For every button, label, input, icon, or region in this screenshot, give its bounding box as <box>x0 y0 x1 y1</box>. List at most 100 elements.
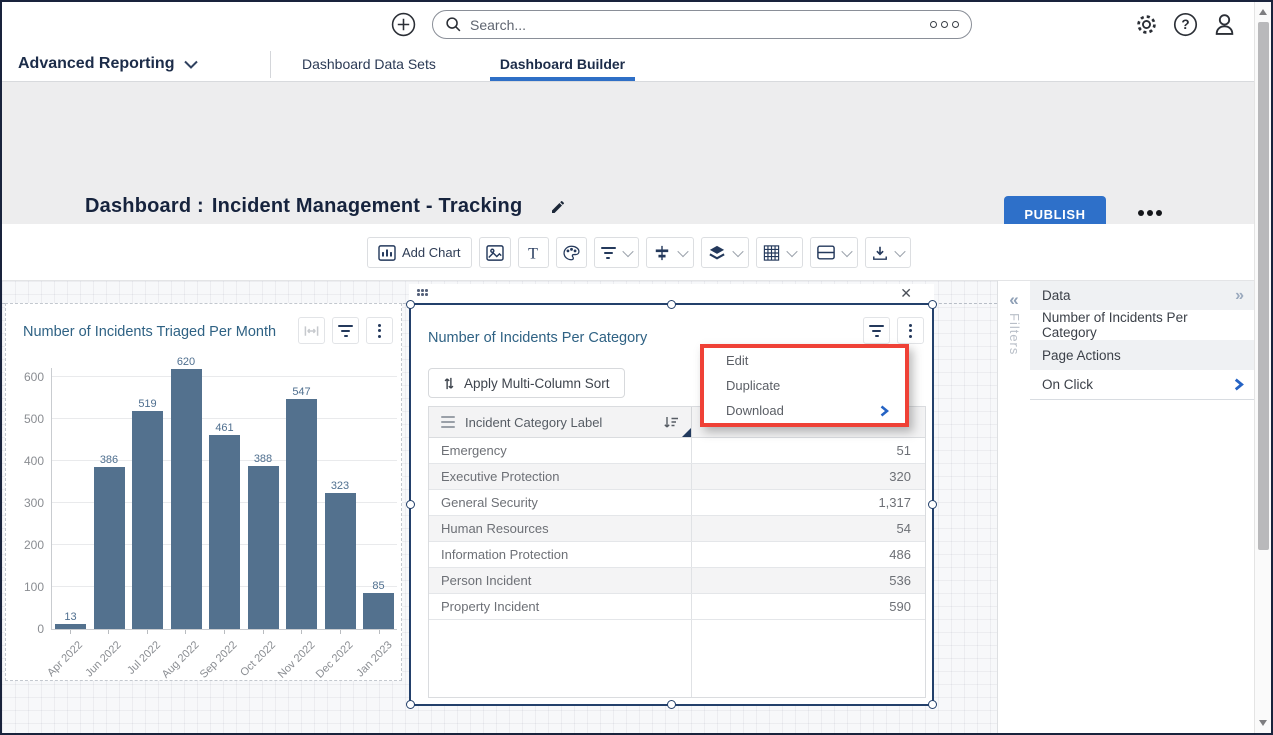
add-chart-button[interactable]: Add Chart <box>367 237 472 268</box>
help-icon[interactable]: ? <box>1173 12 1198 37</box>
search-bar[interactable] <box>432 10 972 39</box>
table-row[interactable]: Emergency51 <box>429 438 925 464</box>
bar[interactable] <box>363 593 394 629</box>
axis-tick <box>340 630 341 634</box>
count-cell: 1,317 <box>692 490 925 515</box>
bar-column[interactable]: 547 <box>286 386 317 629</box>
resize-handle[interactable] <box>667 700 676 709</box>
drag-handle-icon[interactable] <box>417 289 429 297</box>
kebab-menu-icon <box>909 324 912 338</box>
filters-panel-collapsed[interactable]: « Filters <box>997 280 1030 733</box>
add-image-button[interactable] <box>479 237 511 268</box>
column-resize-corner[interactable] <box>682 428 691 437</box>
count-cell: 590 <box>692 594 925 619</box>
layout-dropdown-button[interactable] <box>810 237 858 268</box>
bar[interactable] <box>171 369 202 629</box>
chevron-down-icon <box>894 245 905 256</box>
y-axis-tick-label: 400 <box>10 454 44 468</box>
bar-column[interactable]: 388 <box>248 453 279 629</box>
x-axis-slot: Jan 2023 <box>363 630 394 682</box>
resize-handle[interactable] <box>928 700 937 709</box>
category-cell: Human Resources <box>429 516 692 541</box>
resize-handle[interactable] <box>406 500 415 509</box>
bar-column[interactable]: 13 <box>55 611 86 629</box>
bar-column[interactable]: 323 <box>325 480 356 629</box>
table-filter-button[interactable] <box>863 317 890 344</box>
y-axis-tick-label: 600 <box>10 370 44 384</box>
category-cell: Person Incident <box>429 568 692 593</box>
close-widget-icon[interactable]: ✕ <box>900 285 912 302</box>
bar-column[interactable]: 85 <box>363 580 394 629</box>
filter-dropdown-button[interactable] <box>594 237 639 268</box>
x-axis-tick-label: Dec 2022 <box>314 639 356 681</box>
table-header-cell[interactable]: Incident Category Label <box>429 407 692 437</box>
table-row[interactable]: General Security1,317 <box>429 490 925 516</box>
tab-dashboard-builder[interactable]: Dashboard Builder <box>490 47 635 81</box>
app-menu-dropdown[interactable]: Advanced Reporting <box>18 47 198 81</box>
grid-table-dropdown-button[interactable] <box>756 237 803 268</box>
panel-item-number-of-incidents-per-category[interactable]: Number of Incidents Per Category <box>1030 310 1256 340</box>
theme-palette-button[interactable] <box>556 237 587 268</box>
download-dropdown-button[interactable] <box>865 237 911 268</box>
chart-filter-button[interactable] <box>332 317 359 344</box>
scroll-down-arrow[interactable] <box>1259 720 1267 726</box>
bar[interactable] <box>325 493 356 629</box>
widget-context-menu: EditDuplicateDownload <box>704 348 905 423</box>
bar[interactable] <box>286 399 317 629</box>
resize-handle[interactable] <box>928 300 937 309</box>
menu-item-duplicate[interactable]: Duplicate <box>704 373 905 398</box>
collapse-panel-icon[interactable]: « <box>998 291 1030 308</box>
sort-ascending-icon[interactable] <box>663 416 679 429</box>
bar-column[interactable]: 620 <box>171 356 202 629</box>
multi-column-sort-button[interactable]: Apply Multi-Column Sort <box>428 368 625 398</box>
resize-handle[interactable] <box>406 300 415 309</box>
bar-column[interactable]: 386 <box>94 454 125 629</box>
chevron-down-icon <box>786 245 797 256</box>
chevron-down-icon <box>622 245 633 256</box>
search-input[interactable] <box>470 17 922 33</box>
table-row[interactable]: Property Incident590 <box>429 594 925 620</box>
y-axis-tick-label: 500 <box>10 412 44 426</box>
count-cell: 320 <box>692 464 925 489</box>
panel-item-on-click[interactable]: On Click <box>1030 370 1256 400</box>
bar[interactable] <box>248 466 279 629</box>
user-profile-icon[interactable] <box>1212 12 1237 37</box>
table-row[interactable]: Executive Protection320 <box>429 464 925 490</box>
scroll-up-arrow[interactable] <box>1259 9 1267 15</box>
add-icon[interactable] <box>391 12 416 37</box>
resize-handle[interactable] <box>667 300 676 309</box>
resize-width-button[interactable] <box>298 317 325 344</box>
tab-dashboard-data-sets[interactable]: Dashboard Data Sets <box>292 47 446 81</box>
edit-title-pencil-icon[interactable] <box>550 199 566 215</box>
x-axis-slot: Jul 2022 <box>131 630 162 682</box>
chart-widget[interactable]: Number of Incidents Triaged Per Month 01… <box>5 303 402 681</box>
bar[interactable] <box>94 467 125 629</box>
count-cell: 51 <box>692 438 925 463</box>
alignment-dropdown-button[interactable] <box>646 237 694 268</box>
panel-item-page-actions[interactable]: Page Actions <box>1030 340 1256 370</box>
bar-column[interactable]: 519 <box>132 398 163 629</box>
axis-tick <box>70 630 71 634</box>
table-row[interactable]: Human Resources54 <box>429 516 925 542</box>
search-options-icon[interactable] <box>930 21 959 28</box>
table-menu-button[interactable] <box>897 317 924 344</box>
resize-handle[interactable] <box>928 500 937 509</box>
bar-column[interactable]: 461 <box>209 422 240 629</box>
chart-menu-button[interactable] <box>366 317 393 344</box>
bar[interactable] <box>55 624 86 629</box>
expand-panel-icon[interactable]: » <box>1235 287 1244 305</box>
menu-item-edit[interactable]: Edit <box>704 348 905 373</box>
bar[interactable] <box>132 411 163 629</box>
more-options-button[interactable] <box>1138 210 1162 216</box>
scrollbar-thumb[interactable] <box>1258 22 1269 550</box>
menu-item-download[interactable]: Download <box>704 398 905 423</box>
add-text-button[interactable]: T <box>518 237 549 268</box>
settings-gear-icon[interactable] <box>1134 12 1159 37</box>
table-row[interactable]: Information Protection486 <box>429 542 925 568</box>
table-row[interactable]: Person Incident536 <box>429 568 925 594</box>
chart-bars: 1338651962046138854732385 <box>52 368 397 629</box>
vertical-scrollbar[interactable] <box>1254 2 1271 733</box>
bar[interactable] <box>209 435 240 629</box>
resize-handle[interactable] <box>406 700 415 709</box>
layers-dropdown-button[interactable] <box>701 237 749 268</box>
